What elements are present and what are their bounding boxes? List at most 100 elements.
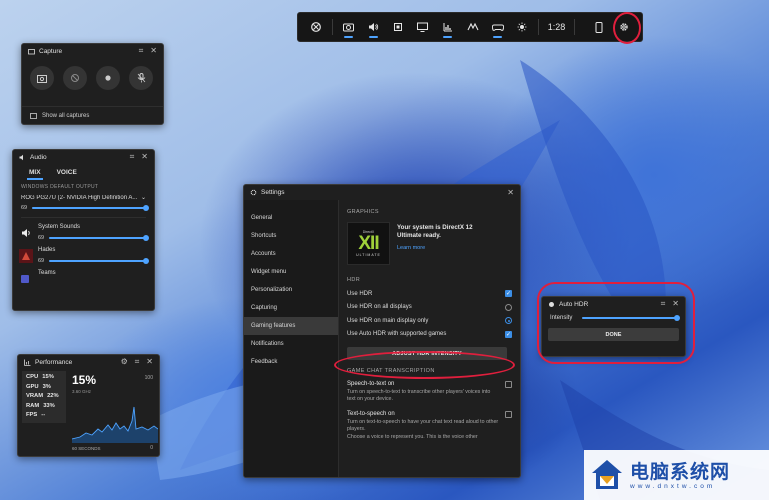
master-volume-row: 69 [13, 201, 154, 211]
app-volume-slider[interactable] [49, 234, 149, 241]
audio-title-bar: Audio ⌗ ✕ [13, 150, 154, 164]
xbox-button[interactable] [304, 12, 329, 42]
phone-icon [595, 21, 603, 33]
hades-icon [19, 249, 33, 263]
app-volume-hades: Hades 69 [13, 241, 154, 264]
brightness-button[interactable] [510, 12, 535, 42]
stat-cpu[interactable]: CPU 15% [26, 373, 62, 383]
app-name: System Sounds [38, 224, 81, 230]
game-bar: 1:28 [297, 12, 643, 42]
record-icon [105, 75, 111, 81]
achievements-widget-button[interactable] [460, 12, 485, 42]
stat-ram[interactable]: RAM 33% [26, 402, 62, 412]
auto-hdr-option[interactable]: Use Auto HDR with supported games ✓ [347, 328, 512, 342]
nav-widget-menu[interactable]: Widget menu [244, 263, 338, 281]
audio-tabs: MIX VOICE [13, 164, 154, 180]
performance-title: Performance [35, 358, 73, 366]
stat-gpu[interactable]: GPU 3% [26, 383, 62, 393]
stat-vram[interactable]: VRAM 22% [26, 392, 62, 402]
use-hdr-option[interactable]: Use HDR ✓ [347, 287, 512, 301]
close-icon[interactable]: ✕ [141, 153, 148, 161]
slider-thumb[interactable] [143, 257, 149, 264]
display-widget-button[interactable] [410, 12, 435, 42]
audio-widget: Audio ⌗ ✕ MIX VOICE WINDOWS DEFAULT OUTP… [12, 149, 155, 311]
perf-graph: 15% 3.60 GHz 100 60 SECONDS 0 [72, 369, 159, 453]
capture-title-bar: Capture ⌗ ✕ [22, 44, 163, 58]
master-volume-value: 69 [21, 205, 28, 211]
performance-widget-button[interactable] [435, 12, 460, 42]
start-recording-button[interactable] [96, 66, 120, 90]
pin-icon[interactable]: ⌗ [139, 47, 144, 55]
capture-buttons [22, 58, 163, 90]
house-logo-icon [592, 460, 622, 489]
hdr-all-displays-option[interactable]: Use HDR on all displays [347, 301, 512, 315]
mic-toggle-button[interactable] [129, 66, 153, 90]
pin-icon[interactable]: ⌗ [130, 153, 135, 161]
auto-hdr-highlight-circle [537, 282, 695, 364]
audio-icon [368, 23, 378, 31]
separator [537, 19, 539, 35]
slider-thumb[interactable] [143, 234, 149, 241]
nav-capturing[interactable]: Capturing [244, 299, 338, 317]
nav-feedback[interactable]: Feedback [244, 353, 338, 371]
gear-icon [250, 189, 257, 196]
brightness-icon [517, 22, 527, 32]
hdr-main-display-radio[interactable] [505, 317, 512, 325]
close-icon[interactable]: ✕ [507, 188, 514, 197]
speech-to-text-checkbox[interactable] [505, 381, 512, 388]
record-last-icon [71, 74, 79, 82]
hdr-main-display-option[interactable]: Use HDR on main display only [347, 314, 512, 328]
settings-window: Settings ✕ General Shortcuts Accounts Wi… [243, 184, 521, 478]
auto-hdr-checkbox[interactable]: ✓ [505, 330, 512, 338]
learn-more-link[interactable]: Learn more [397, 245, 487, 251]
nav-shortcuts[interactable]: Shortcuts [244, 227, 338, 245]
tab-mix[interactable]: MIX [23, 166, 47, 180]
text-to-speech-checkbox[interactable] [505, 410, 512, 418]
phone-link-button[interactable] [586, 12, 611, 42]
app-volume-slider[interactable] [49, 257, 149, 264]
text-to-speech-option[interactable]: Text-to-speech on Turn on text-to-speech… [347, 410, 512, 441]
screenshot-button[interactable] [30, 66, 54, 90]
perf-clock: 3.60 GHz [72, 389, 92, 394]
master-volume-slider[interactable] [32, 204, 149, 211]
settings-highlight-circle [613, 12, 641, 44]
nav-notifications[interactable]: Notifications [244, 335, 338, 353]
options-icon[interactable]: ⚙ [121, 358, 128, 366]
resources-widget-button[interactable] [386, 12, 411, 42]
perf-min-label: 0 [150, 445, 153, 451]
record-last-button[interactable] [63, 66, 87, 90]
nav-accounts[interactable]: Accounts [244, 245, 338, 263]
audio-title: Audio [30, 153, 47, 161]
audio-widget-button[interactable] [361, 12, 386, 42]
teams-icon [19, 272, 33, 286]
default-output-label: WINDOWS DEFAULT OUTPUT [21, 184, 99, 190]
xbox-social-button[interactable] [485, 12, 510, 42]
show-all-captures-link[interactable]: Show all captures [22, 106, 163, 124]
performance-widget: Performance ⚙ ⌗ ✕ CPU 15% GPU 3% VRAM 22% R… [17, 354, 160, 457]
nav-general[interactable]: General [244, 209, 338, 227]
stat-fps[interactable]: FPS -- [26, 411, 62, 421]
close-icon[interactable]: ✕ [146, 358, 153, 366]
directx-status: Your system is DirectX 12 Ultimate ready… [397, 224, 473, 239]
nav-personalization[interactable]: Personalization [244, 281, 338, 299]
output-device-select[interactable]: ROG PG27U (2- NVIDIA High Definition A..… [13, 190, 154, 202]
watermark-url: www.dnxtw.com [630, 482, 716, 490]
gallery-icon [30, 112, 37, 119]
separator [574, 19, 576, 35]
nav-gaming-features[interactable]: Gaming features [244, 317, 338, 335]
settings-nav: General Shortcuts Accounts Widget menu P… [244, 200, 339, 477]
performance-icon [24, 359, 31, 366]
close-icon[interactable]: ✕ [150, 47, 157, 55]
slider-thumb[interactable] [143, 204, 149, 211]
controller-icon [491, 24, 504, 31]
capture-widget-button[interactable] [336, 12, 361, 42]
use-hdr-checkbox[interactable]: ✓ [505, 290, 512, 298]
app-volume-row: 69 [38, 232, 149, 241]
capture-title: Capture [39, 47, 63, 55]
tab-voice[interactable]: VOICE [51, 166, 83, 180]
speech-to-text-option[interactable]: Speech-to-text on Turn on speech-to-text… [347, 381, 512, 404]
hdr-all-displays-radio[interactable] [505, 303, 512, 311]
voice-choice-desc: Choose a voice to represent you. This is… [347, 433, 478, 440]
pin-icon[interactable]: ⌗ [135, 358, 140, 366]
watermark-name: 电脑系统网 [630, 460, 731, 483]
